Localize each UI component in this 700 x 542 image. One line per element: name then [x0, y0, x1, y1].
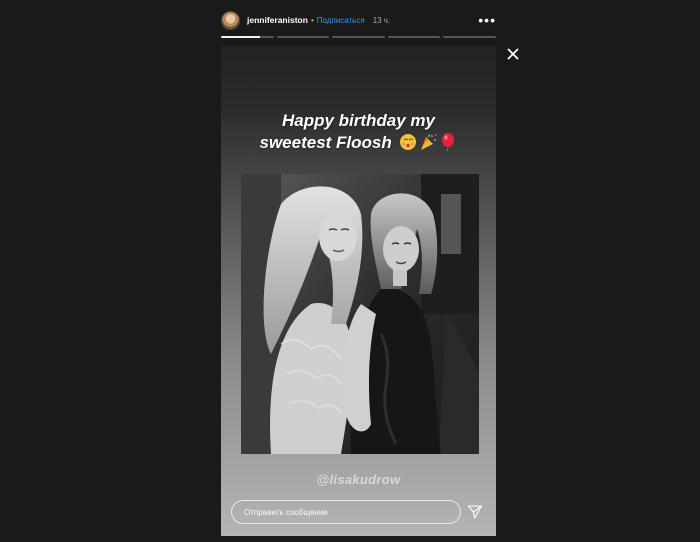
- progress-segment: [276, 36, 330, 38]
- progress-segment: [221, 36, 274, 38]
- party-popper-emoji: [420, 134, 437, 150]
- timestamp: 13 ч.: [372, 15, 391, 25]
- story-viewer: jenniferaniston • Подписаться 13 ч. ••• …: [0, 0, 700, 542]
- avatar[interactable]: [221, 10, 240, 30]
- more-horizontal-icon[interactable]: •••: [478, 13, 496, 27]
- progress-segment: [332, 36, 385, 38]
- story-caption: Happy birthday my sweetest Floosh: [221, 110, 496, 157]
- username[interactable]: jenniferaniston: [247, 15, 308, 25]
- kissing-face-emoji: [399, 134, 416, 150]
- close-icon[interactable]: [504, 45, 522, 63]
- caption-line-2: sweetest Floosh: [259, 133, 392, 152]
- progress-segment: [443, 36, 496, 38]
- progress-fill: [221, 36, 261, 38]
- send-icon[interactable]: [467, 504, 483, 520]
- caption-line-1: Happy birthday my: [281, 111, 436, 130]
- story-mention[interactable]: @lisakudrow: [221, 472, 496, 487]
- reply-input[interactable]: [231, 500, 461, 524]
- story-photo: [241, 174, 479, 454]
- story-header: jenniferaniston • Подписаться 13 ч. •••: [221, 8, 496, 32]
- follow-button[interactable]: Подписаться: [317, 16, 365, 25]
- separator-dot: •: [310, 15, 314, 25]
- caption-emojis: [399, 133, 458, 157]
- balloon-emoji: [441, 133, 454, 152]
- story-content[interactable]: Happy birthday my sweetest Floosh @lisak…: [221, 46, 496, 536]
- story-progress-bar: [221, 36, 496, 38]
- progress-segment: [387, 36, 441, 38]
